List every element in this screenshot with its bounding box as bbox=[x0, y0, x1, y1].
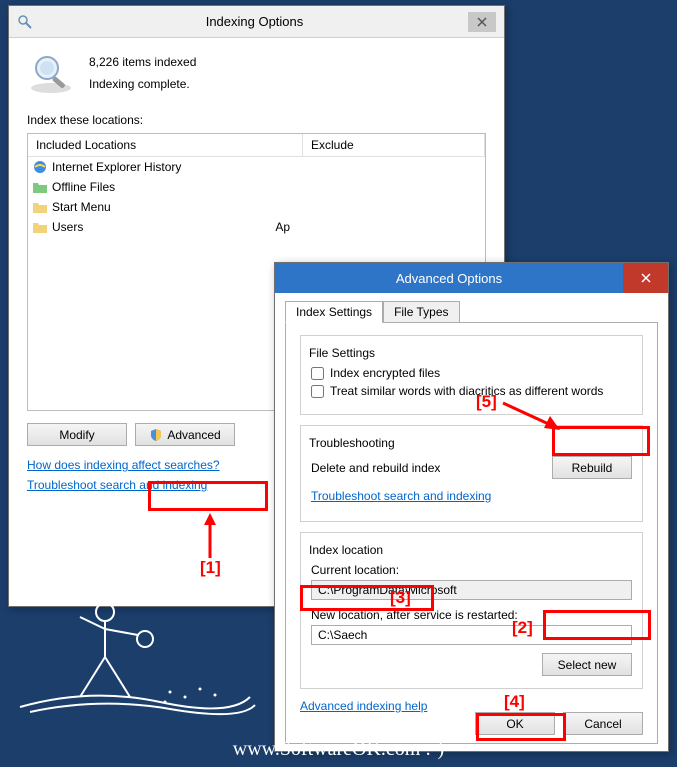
rebuild-label: Delete and rebuild index bbox=[311, 461, 440, 475]
list-item-label: Users bbox=[52, 220, 83, 234]
cancel-button[interactable]: Cancel bbox=[563, 712, 643, 735]
ie-icon bbox=[32, 159, 48, 175]
index-location-group: Index location Current location: New loc… bbox=[300, 532, 643, 689]
items-indexed-text: 8,226 items indexed bbox=[89, 52, 196, 74]
rebuild-button[interactable]: Rebuild bbox=[552, 456, 632, 479]
window-titlebar: Indexing Options bbox=[9, 6, 504, 38]
col-included-header[interactable]: Included Locations bbox=[28, 134, 303, 156]
diacritics-checkbox[interactable] bbox=[311, 385, 324, 398]
fieldset-label: Index location bbox=[305, 543, 387, 557]
folder-green-icon bbox=[32, 179, 48, 195]
diacritics-checkbox-row[interactable]: Treat similar words with diacritics as d… bbox=[311, 384, 632, 398]
close-button[interactable] bbox=[623, 263, 668, 293]
fieldset-label: Troubleshooting bbox=[305, 436, 399, 450]
troubleshoot-link[interactable]: Troubleshoot search and indexing bbox=[311, 489, 632, 503]
list-item-label: Internet Explorer History bbox=[52, 160, 181, 174]
shield-icon bbox=[149, 428, 163, 442]
exclude-partial: Ap bbox=[275, 220, 290, 234]
list-item[interactable]: Start Menu bbox=[28, 197, 485, 217]
advanced-button[interactable]: Advanced bbox=[135, 423, 235, 446]
close-icon bbox=[641, 273, 651, 283]
list-item[interactable]: Users Ap bbox=[28, 217, 485, 237]
advanced-help-link[interactable]: Advanced indexing help bbox=[300, 699, 643, 713]
locations-label: Index these locations: bbox=[27, 113, 486, 127]
col-exclude-header[interactable]: Exclude bbox=[303, 134, 485, 156]
advanced-options-window: Advanced Options Index Settings File Typ… bbox=[274, 262, 669, 752]
new-location-label: New location, after service is restarted… bbox=[311, 608, 632, 622]
current-location-label: Current location: bbox=[311, 563, 632, 577]
list-item[interactable]: Offline Files bbox=[28, 177, 485, 197]
close-icon bbox=[477, 17, 487, 27]
search-icon bbox=[17, 14, 33, 30]
checkbox-label: Treat similar words with diacritics as d… bbox=[330, 384, 603, 398]
tab-index-settings[interactable]: Index Settings bbox=[285, 301, 383, 323]
modify-button[interactable]: Modify bbox=[27, 423, 127, 446]
window-title: Advanced Options bbox=[275, 271, 623, 286]
encrypted-checkbox-row[interactable]: Index encrypted files bbox=[311, 366, 632, 380]
new-location-field[interactable] bbox=[311, 625, 632, 645]
ok-button[interactable]: OK bbox=[475, 712, 555, 735]
troubleshooting-group: Troubleshooting Delete and rebuild index… bbox=[300, 425, 643, 522]
folder-icon bbox=[32, 219, 48, 235]
current-location-field bbox=[311, 580, 632, 600]
indexing-status-text: Indexing complete. bbox=[89, 74, 196, 96]
checkbox-label: Index encrypted files bbox=[330, 366, 440, 380]
fieldset-label: File Settings bbox=[305, 346, 379, 360]
tab-file-types[interactable]: File Types bbox=[383, 301, 459, 323]
magnifier-large-icon bbox=[27, 52, 75, 94]
list-item-label: Start Menu bbox=[52, 200, 111, 214]
list-item-label: Offline Files bbox=[52, 180, 115, 194]
window-titlebar: Advanced Options bbox=[275, 263, 668, 293]
file-settings-group: File Settings Index encrypted files Trea… bbox=[300, 335, 643, 415]
list-item[interactable]: Internet Explorer History bbox=[28, 157, 485, 177]
select-new-button[interactable]: Select new bbox=[542, 653, 632, 676]
close-button[interactable] bbox=[468, 12, 496, 32]
encrypted-checkbox[interactable] bbox=[311, 367, 324, 380]
watermark-text: www.SoftwareOK.com :-) bbox=[0, 738, 677, 761]
folder-icon bbox=[32, 199, 48, 215]
window-title: Indexing Options bbox=[41, 14, 468, 29]
